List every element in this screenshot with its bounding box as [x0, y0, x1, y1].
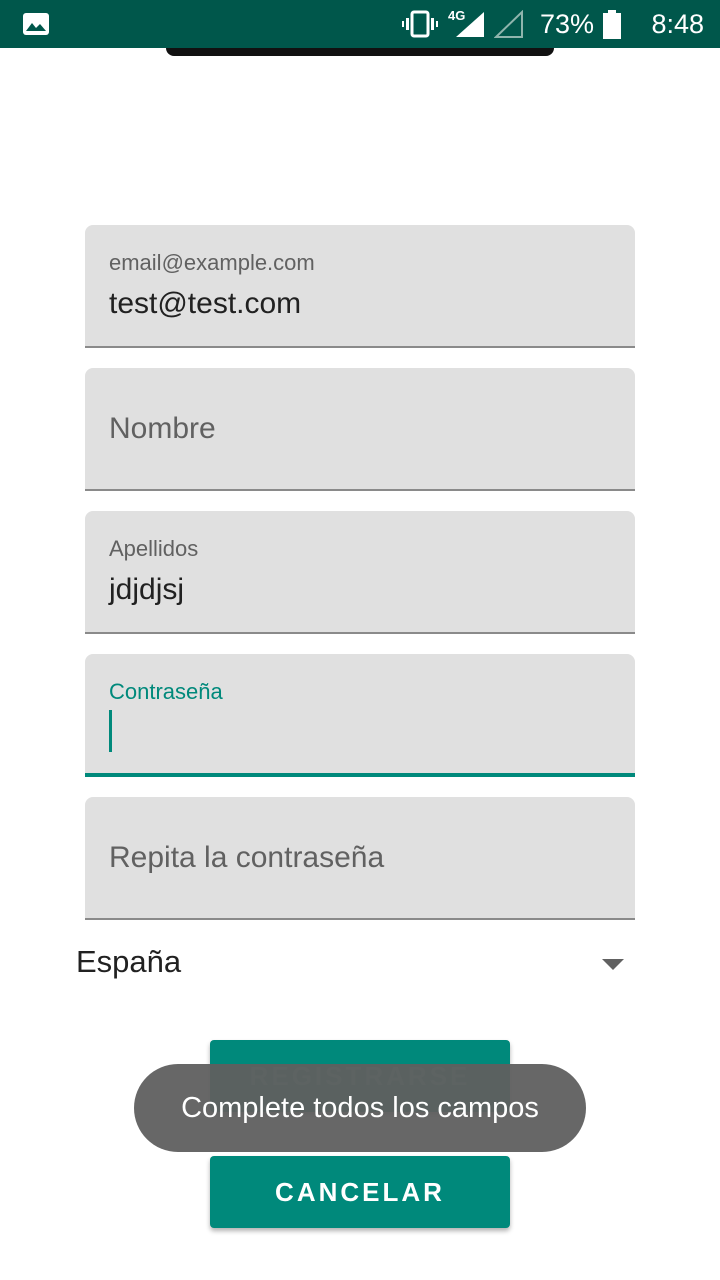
signal-empty-icon	[494, 10, 523, 38]
email-field[interactable]: email@example.com test@test.com	[85, 225, 635, 348]
country-dropdown-value: España	[76, 944, 182, 979]
repeat-password-field[interactable]: Repita la contraseña	[85, 797, 635, 920]
vibrate-icon	[402, 10, 438, 38]
image-icon	[23, 13, 49, 35]
email-field-value: test@test.com	[109, 287, 302, 320]
cancel-button[interactable]: CANCELAR	[210, 1156, 510, 1228]
text-cursor	[109, 710, 112, 752]
repeat-password-placeholder: Repita la contraseña	[109, 841, 385, 874]
header-image-edge	[166, 48, 554, 56]
battery-icon	[603, 10, 621, 39]
apellidos-field-label: Apellidos	[109, 536, 199, 561]
nombre-field[interactable]: Nombre	[85, 368, 635, 491]
password-field[interactable]: Contraseña	[85, 654, 635, 777]
apellidos-field[interactable]: Apellidos jdjdjsj	[85, 511, 635, 634]
email-field-label: email@example.com	[109, 250, 315, 275]
apellidos-field-value: jdjdjsj	[109, 573, 185, 606]
status-bar: 4G 73% 8:48	[0, 0, 720, 48]
country-dropdown[interactable]: España	[76, 940, 636, 992]
signal-icon	[456, 12, 484, 37]
nombre-field-placeholder: Nombre	[109, 412, 216, 445]
dropdown-arrow-icon	[602, 959, 624, 970]
password-field-label: Contraseña	[109, 679, 223, 704]
battery-percentage: 73%	[540, 9, 595, 39]
toast-message: Complete todos los campos	[134, 1064, 586, 1152]
clock: 8:48	[651, 9, 704, 39]
